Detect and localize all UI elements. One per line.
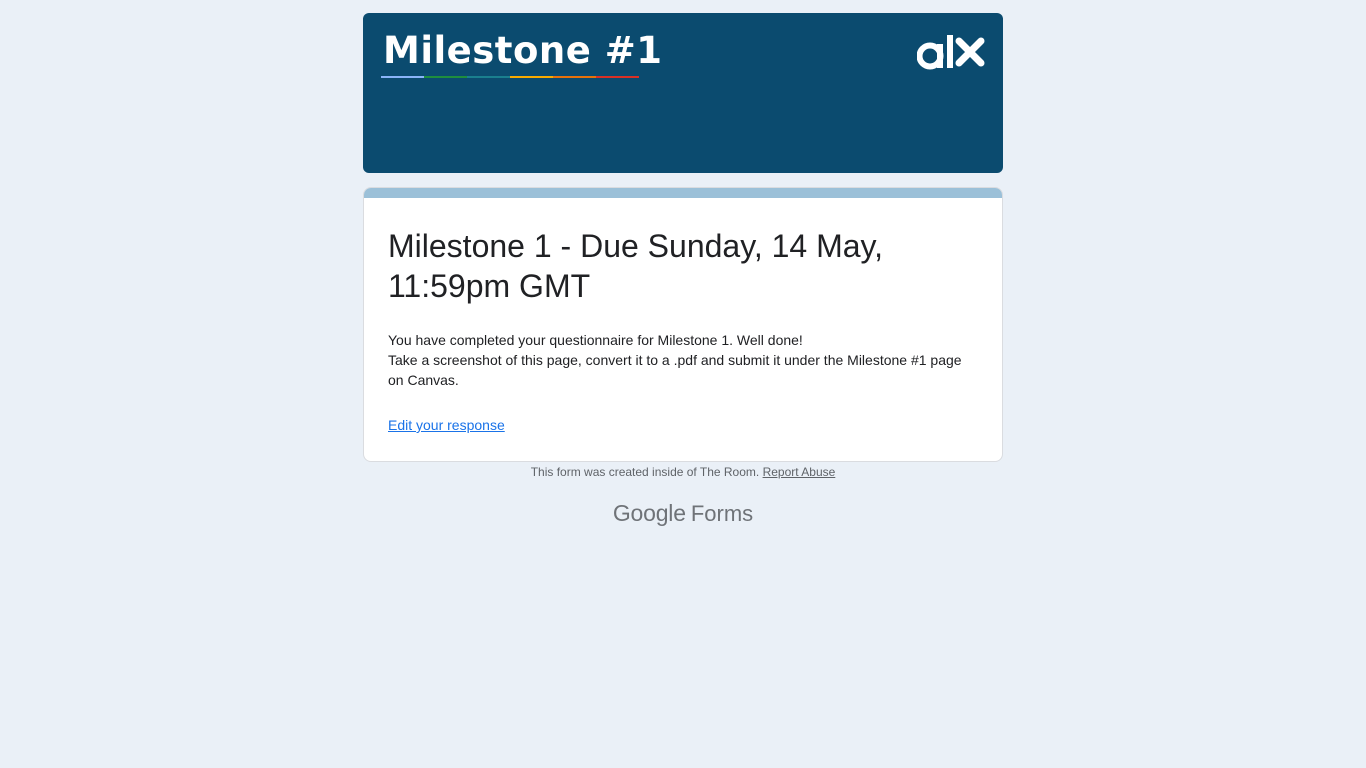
underline-segment: [424, 76, 467, 78]
forms-wordmark: Forms: [690, 501, 754, 526]
message-line-2: Take a screenshot of this page, convert …: [388, 352, 962, 388]
footer-note-text: This form was created inside of The Room…: [530, 465, 760, 479]
report-abuse-link[interactable]: Report Abuse: [763, 465, 836, 479]
google-forms-logo[interactable]: Google Forms: [0, 499, 1366, 528]
form-container: Milestone #1 Milestone 1 - Due Sunday, 1…: [363, 13, 1003, 462]
alx-logo-icon: [917, 35, 985, 70]
confirmation-message: You have completed your questionnaire fo…: [388, 330, 978, 390]
confirmation-card: Milestone 1 - Due Sunday, 14 May, 11:59p…: [363, 187, 1003, 462]
underline-segment: [553, 76, 596, 78]
form-header-banner: Milestone #1: [363, 13, 1003, 173]
underline-segment: [510, 76, 553, 78]
underline-segment: [596, 76, 639, 78]
card-accent-bar: [364, 188, 1002, 198]
edit-response-link[interactable]: Edit your response: [388, 415, 505, 435]
form-title: Milestone 1 - Due Sunday, 14 May, 11:59p…: [388, 228, 884, 304]
banner-title: Milestone #1: [383, 29, 663, 72]
underline-segment: [467, 76, 510, 78]
banner-color-underline: [381, 76, 639, 78]
message-line-1: You have completed your questionnaire fo…: [388, 332, 803, 348]
underline-segment: [381, 76, 424, 78]
footer-note: This form was created inside of The Room…: [0, 464, 1366, 480]
google-wordmark: Google: [612, 500, 686, 526]
